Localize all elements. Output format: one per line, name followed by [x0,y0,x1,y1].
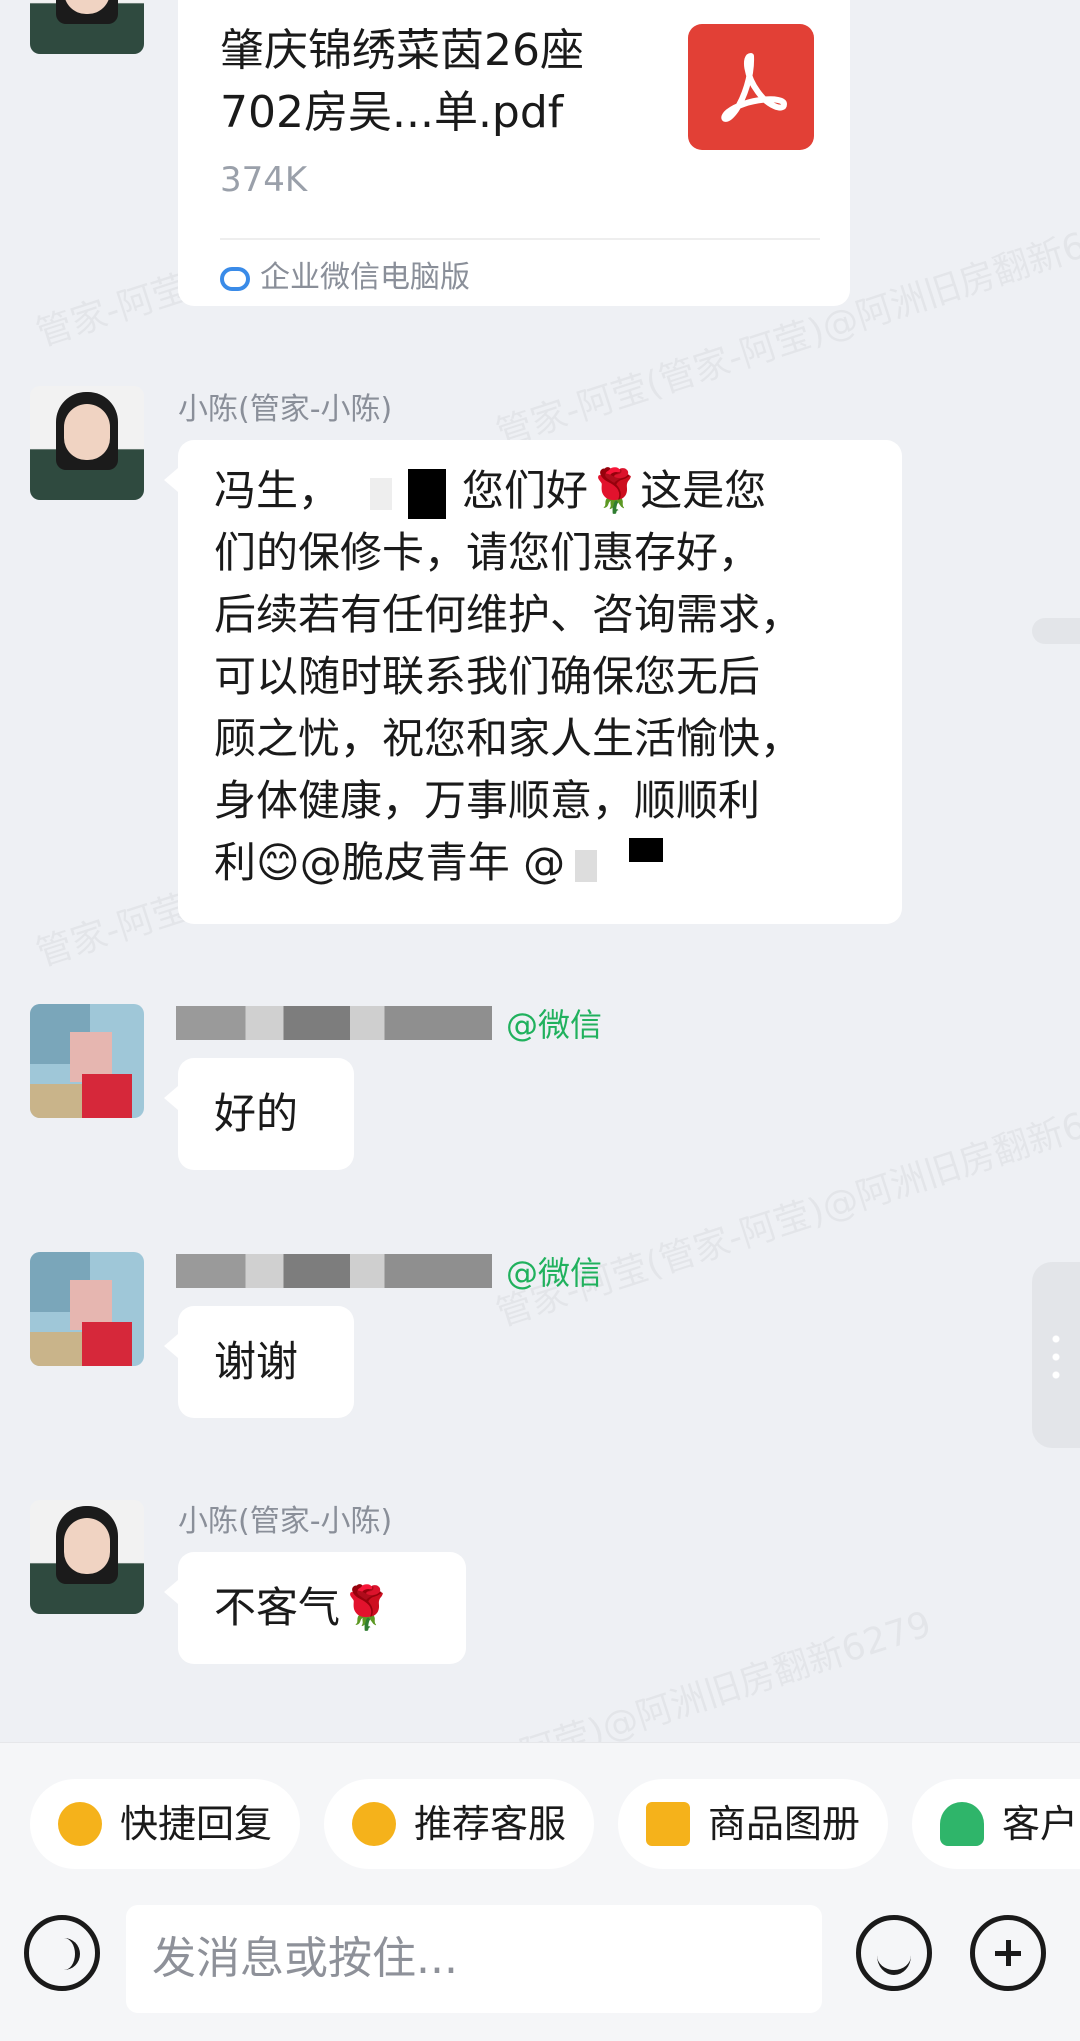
sender-name: 小陈(管家-小陈) [178,1504,393,1539]
message-bubble[interactable]: 冯生， 您们好🌹这是您 们的保修卡，请您们惠存好， 后续若有任何维护、咨询需求， … [164,440,902,924]
redacted-name [370,477,393,510]
message-line: 可以随时联系我们确保您无后 [214,652,761,701]
product-album-button[interactable]: 商品图册 [618,1779,889,1869]
recommend-service-button[interactable]: 推荐客服 [324,1779,595,1869]
message-bubble[interactable]: 好的 [164,1058,354,1170]
quick-reply-button[interactable]: 快捷回复 [30,1779,301,1869]
customer-icon [940,1802,984,1846]
sender-name: 小陈(管家-小陈) [178,392,393,427]
redacted-name [176,1254,492,1288]
message-line: 您们好🌹这是您 [462,466,767,515]
emoji-icon [877,1936,911,1975]
message-text: 不客气🌹 [214,1583,393,1632]
side-more-tab[interactable] [1032,1262,1080,1448]
message-line: 身体健康，万事顺意，顺顺利 [214,776,761,825]
sender-name: @微信 [176,1000,602,1046]
file-size: 374K [220,160,308,200]
pdf-icon [688,24,814,150]
add-button[interactable] [970,1915,1046,1991]
message-text: 好的 [214,1089,299,1138]
message-line: 们的保修卡，请您们惠存好， [214,528,761,577]
customer-button[interactable]: 客户 [912,1779,1080,1869]
avatar[interactable] [30,0,144,54]
product-album-icon [646,1802,690,1846]
message-line: 冯生， [214,466,341,515]
voice-icon [51,1938,80,1970]
more-vertical-icon [1052,1330,1060,1380]
recommend-service-icon [352,1802,396,1846]
message-text: 谢谢 [214,1337,299,1386]
message-line: 利😊@脆皮青年 @ [214,838,566,887]
redacted-name [408,468,447,519]
message-bubble[interactable]: 不客气🌹 [164,1552,466,1664]
file-name: 肇庆锦绣菜茵26座 702房吴...单.pdf [220,25,584,138]
avatar[interactable] [30,1500,144,1614]
redacted-name [575,849,598,882]
avatar[interactable] [30,1004,144,1118]
quick-reply-icon [58,1802,102,1846]
redacted-name [176,1006,492,1040]
file-message-card[interactable]: 肇庆锦绣菜茵26座 702房吴...单.pdf 374K 企业微信电脑版 [178,0,850,306]
avatar[interactable] [30,1252,144,1366]
message-line: 顾之忧，祝您和家人生活愉快， [214,714,803,763]
wecom-icon [220,266,250,291]
voice-toggle-button[interactable] [24,1915,100,1991]
bottom-bar: 快捷回复 推荐客服 商品图册 客户 发消息或按住... [0,1742,1080,2041]
message-input[interactable]: 发消息或按住... [126,1905,822,2013]
message-bubble[interactable]: 谢谢 [164,1306,354,1418]
emoji-button[interactable] [856,1915,932,1991]
avatar[interactable] [30,386,144,500]
message-line: 后续若有任何维护、咨询需求， [214,590,803,639]
watermark: 管家-阿莹(管家-阿莹)@阿洲旧房翻新6279 [489,1075,1080,1336]
sender-name: @微信 [176,1248,602,1294]
side-panel-tab[interactable] [1032,618,1080,644]
redacted-name [629,838,664,862]
file-source: 企业微信电脑版 [220,238,820,296]
